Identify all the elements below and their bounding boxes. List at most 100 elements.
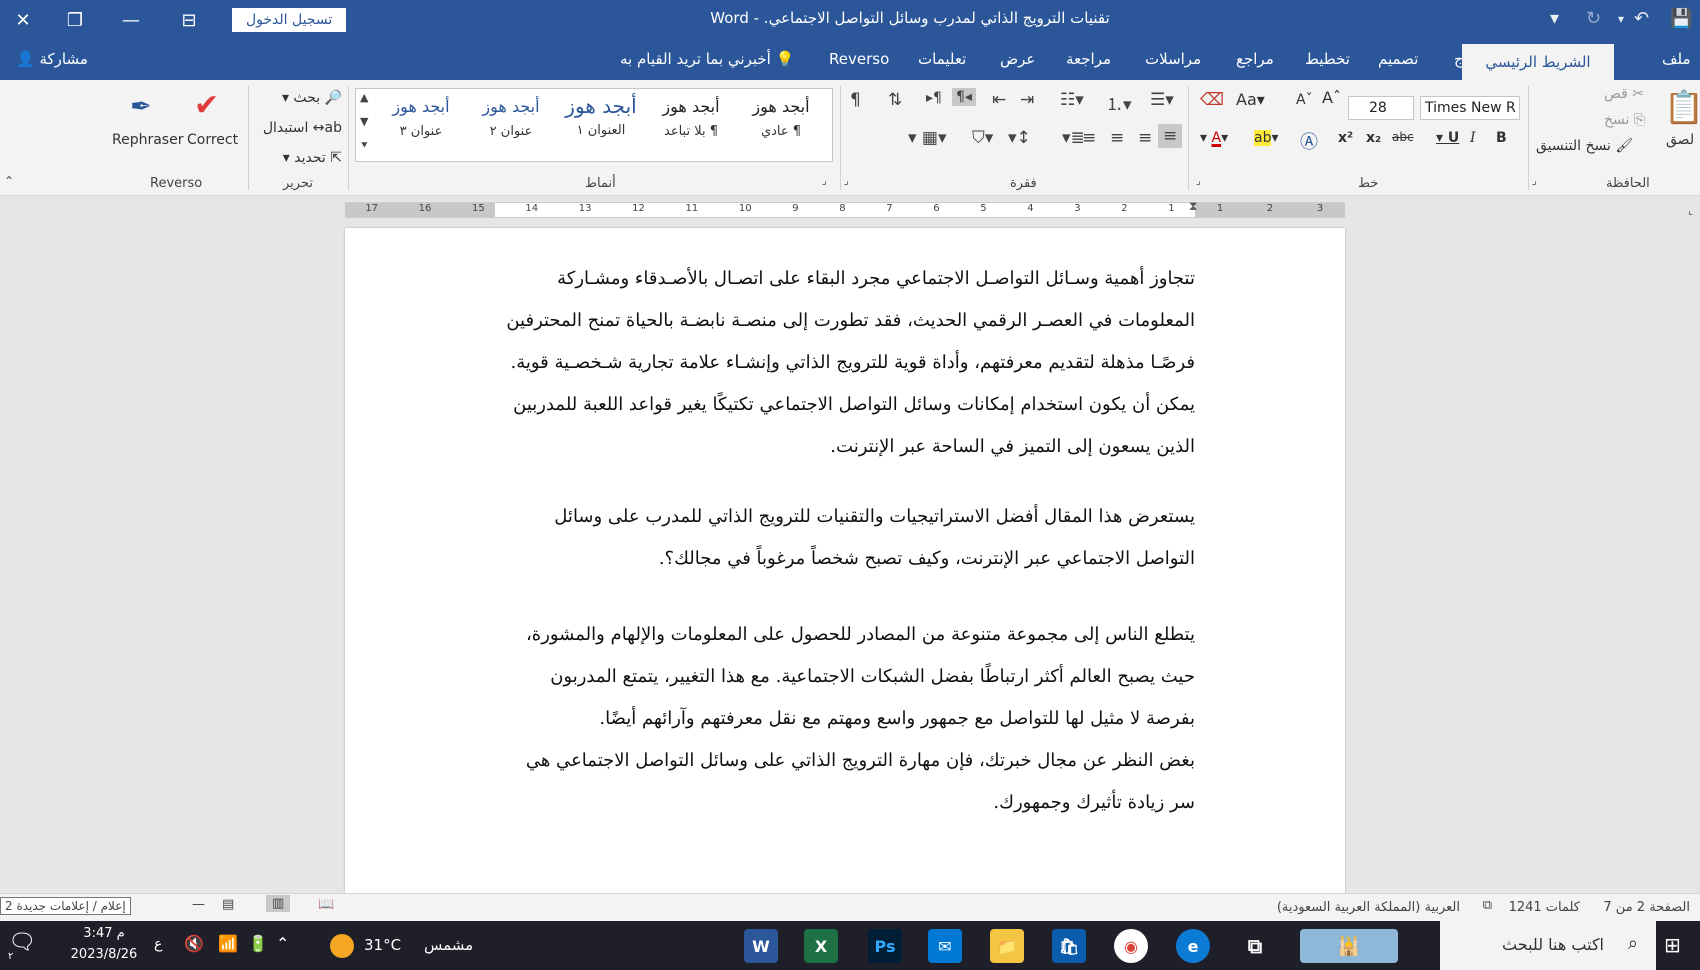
task-view-icon[interactable]: ⧉ [1238,929,1272,963]
decrease-indent-icon[interactable]: ⇤ [992,90,1006,110]
text-effects-icon[interactable]: Ⓐ [1300,128,1318,154]
bullets-icon[interactable]: ☰▾ [1150,90,1174,110]
weather-temperature[interactable]: 31°C [364,936,401,954]
style-heading2[interactable]: أبجد هوز عنوان ٢ [468,97,554,139]
font-dialog-launcher-icon[interactable]: ⌟ [1196,176,1201,187]
highlight-icon[interactable]: ab▾ [1254,130,1279,146]
undo-icon[interactable]: ↶ [1634,8,1649,29]
ruler-toggle-icon[interactable]: ⌞ [1688,204,1693,217]
styles-more-icon[interactable]: ⯆ [360,139,369,153]
cut-button[interactable]: قص ✂ [1604,86,1644,102]
strikethrough-icon[interactable]: abc [1392,130,1414,144]
shrink-font-icon[interactable]: Aˇ [1296,92,1313,108]
mail-icon[interactable]: ✉ [928,929,962,963]
rephraser-icon[interactable]: ✒ [130,92,152,122]
underline-icon[interactable]: ▾ U [1436,130,1459,146]
notifications-indicator[interactable]: 2 إعلام / إعلامات جديدة [0,897,131,915]
styles-scroll-down-icon[interactable]: ▼ [360,115,368,128]
file-explorer-icon[interactable]: 📁 [990,929,1024,963]
borders-icon[interactable]: ▾ ▦▾ [908,128,947,148]
tab-help[interactable]: تعليمات [918,50,966,68]
clear-formatting-icon[interactable]: ⌫ [1200,90,1224,110]
superscript-icon[interactable]: x² [1338,130,1353,146]
horizontal-ruler[interactable]: 17 16 15 14 13 12 11 10 9 8 7 6 5 4 3 2 1 123 ⧗ [345,199,1345,218]
replace-button[interactable]: ab↔ استبدال [262,120,342,136]
font-size-input[interactable]: 28 [1348,96,1414,120]
save-icon[interactable]: 💾 [1670,8,1692,29]
subscript-icon[interactable]: x₂ [1366,130,1381,146]
restore-icon[interactable]: ❐ [52,0,98,40]
align-justify-icon[interactable]: ≡ [1082,128,1096,148]
correct-icon[interactable]: ✔ [194,88,219,123]
clipboard-dialog-launcher-icon[interactable]: ⌟ [1532,176,1537,187]
chrome-icon[interactable]: ◉ [1114,929,1148,963]
find-button[interactable]: 🔎 بحث ▾ [262,90,342,106]
input-language[interactable]: ع [154,936,162,952]
language-indicator[interactable]: العربية (المملكة العربية السعودية) [1277,900,1460,915]
document-paragraph[interactable]: تتجاوز أهمية وسـائل التواصـل الاجتماعي م… [495,258,1195,468]
sign-in-button[interactable]: تسجيل الدخول [232,8,347,32]
read-mode-icon[interactable]: 📖 [318,897,334,912]
tab-mailings[interactable]: مراسلات [1145,50,1201,68]
italic-icon[interactable]: I [1470,130,1476,146]
ltr-icon[interactable]: ▸¶ [926,90,942,106]
styles-scroll-up-icon[interactable]: ▲ [360,91,368,104]
web-layout-icon[interactable]: ▤ [222,897,234,912]
style-no-spacing[interactable]: أبجد هوز ¶ بلا تباعد [648,97,734,139]
grow-font-icon[interactable]: Aˆ [1322,88,1341,107]
tab-design[interactable]: تصميم [1378,50,1418,68]
change-case-icon[interactable]: Aa▾ [1236,90,1265,109]
share-button[interactable]: 👤 مشاركة [16,50,88,68]
font-color-icon[interactable]: ▾ A▾ [1200,130,1228,146]
shading-icon[interactable]: ⛉▾ [972,128,993,148]
collapse-ribbon-icon[interactable]: ⌃ [4,174,14,188]
paste-button[interactable]: لصق [1666,132,1694,148]
tab-view[interactable]: عرض [1000,50,1035,68]
clock-date[interactable]: 2023/8/26 [62,947,146,962]
wifi-icon[interactable]: 📶 [218,934,238,953]
rtl-icon[interactable]: ¶◂ [952,88,976,106]
select-button[interactable]: ⇱ تحديد ▾ [262,150,342,166]
redo-icon[interactable]: ↻ [1586,8,1601,29]
show-marks-icon[interactable]: ¶ [850,90,861,110]
align-center-icon[interactable]: ≡ [1138,128,1152,148]
battery-icon[interactable]: 🔋 [248,934,268,953]
indent-marker-icon[interactable]: ⧗ [1189,199,1197,214]
font-name-input[interactable]: Times New R [1420,96,1520,120]
search-highlight-icon[interactable]: 🕌 [1300,929,1398,963]
style-normal[interactable]: أبجد هوز ¶ عادي [738,97,824,139]
weather-description[interactable]: مشمس [424,936,473,954]
numbering-icon[interactable]: ⒈▾ [1106,90,1132,115]
tab-home[interactable]: الشريط الرئيسي [1462,44,1614,80]
volume-muted-icon[interactable]: 🔇 [184,934,204,953]
tab-file[interactable]: ملف [1662,50,1691,68]
paste-icon[interactable]: 📋 [1664,88,1700,126]
sort-icon[interactable]: ⇅ [888,90,902,110]
word-icon[interactable]: W [744,929,778,963]
paragraph-dialog-launcher-icon[interactable]: ⌟ [844,176,849,187]
increase-indent-icon[interactable]: ⇥ [1020,90,1034,110]
tab-layout[interactable]: تخطيط [1305,50,1350,68]
edge-icon[interactable]: e [1176,929,1210,963]
document-page[interactable]: تتجاوز أهمية وسـائل التواصـل الاجتماعي م… [345,228,1345,894]
hidden-icons-chevron-icon[interactable]: ⌃ [276,934,289,953]
align-left-icon[interactable]: ≡ [1110,128,1124,148]
minimize-icon[interactable]: — [108,0,154,40]
clock-time[interactable]: 3:47 م [62,926,146,941]
print-layout-icon[interactable]: ▥ [266,895,291,912]
rephraser-button[interactable]: Rephraser [112,132,183,148]
tab-reverso[interactable]: Reverso [829,50,889,68]
line-spacing-icon[interactable]: ▾↕ [1008,128,1031,148]
ribbon-display-options-icon[interactable]: ⊟ [166,0,212,40]
tab-review[interactable]: مراجعة [1066,50,1111,68]
style-heading1[interactable]: أبجد هوز العنوان ١ [558,94,644,138]
correct-button[interactable]: Correct [187,132,238,148]
word-count[interactable]: 1241 كلمات [1509,900,1580,915]
tell-me-box[interactable]: 💡 أخبرني بما تريد القيام به [620,50,794,68]
format-painter-button[interactable]: نسخ التنسيق 🖌 [1536,138,1633,154]
start-icon[interactable]: ⊞ [1664,933,1681,957]
multilevel-list-icon[interactable]: ☷▾ [1060,90,1084,110]
zoom-out-icon[interactable]: — [192,897,205,912]
undo-dropdown-icon[interactable]: ▾ [1618,12,1624,26]
style-heading3[interactable]: أبجد هوز عنوان ٣ [378,97,464,139]
